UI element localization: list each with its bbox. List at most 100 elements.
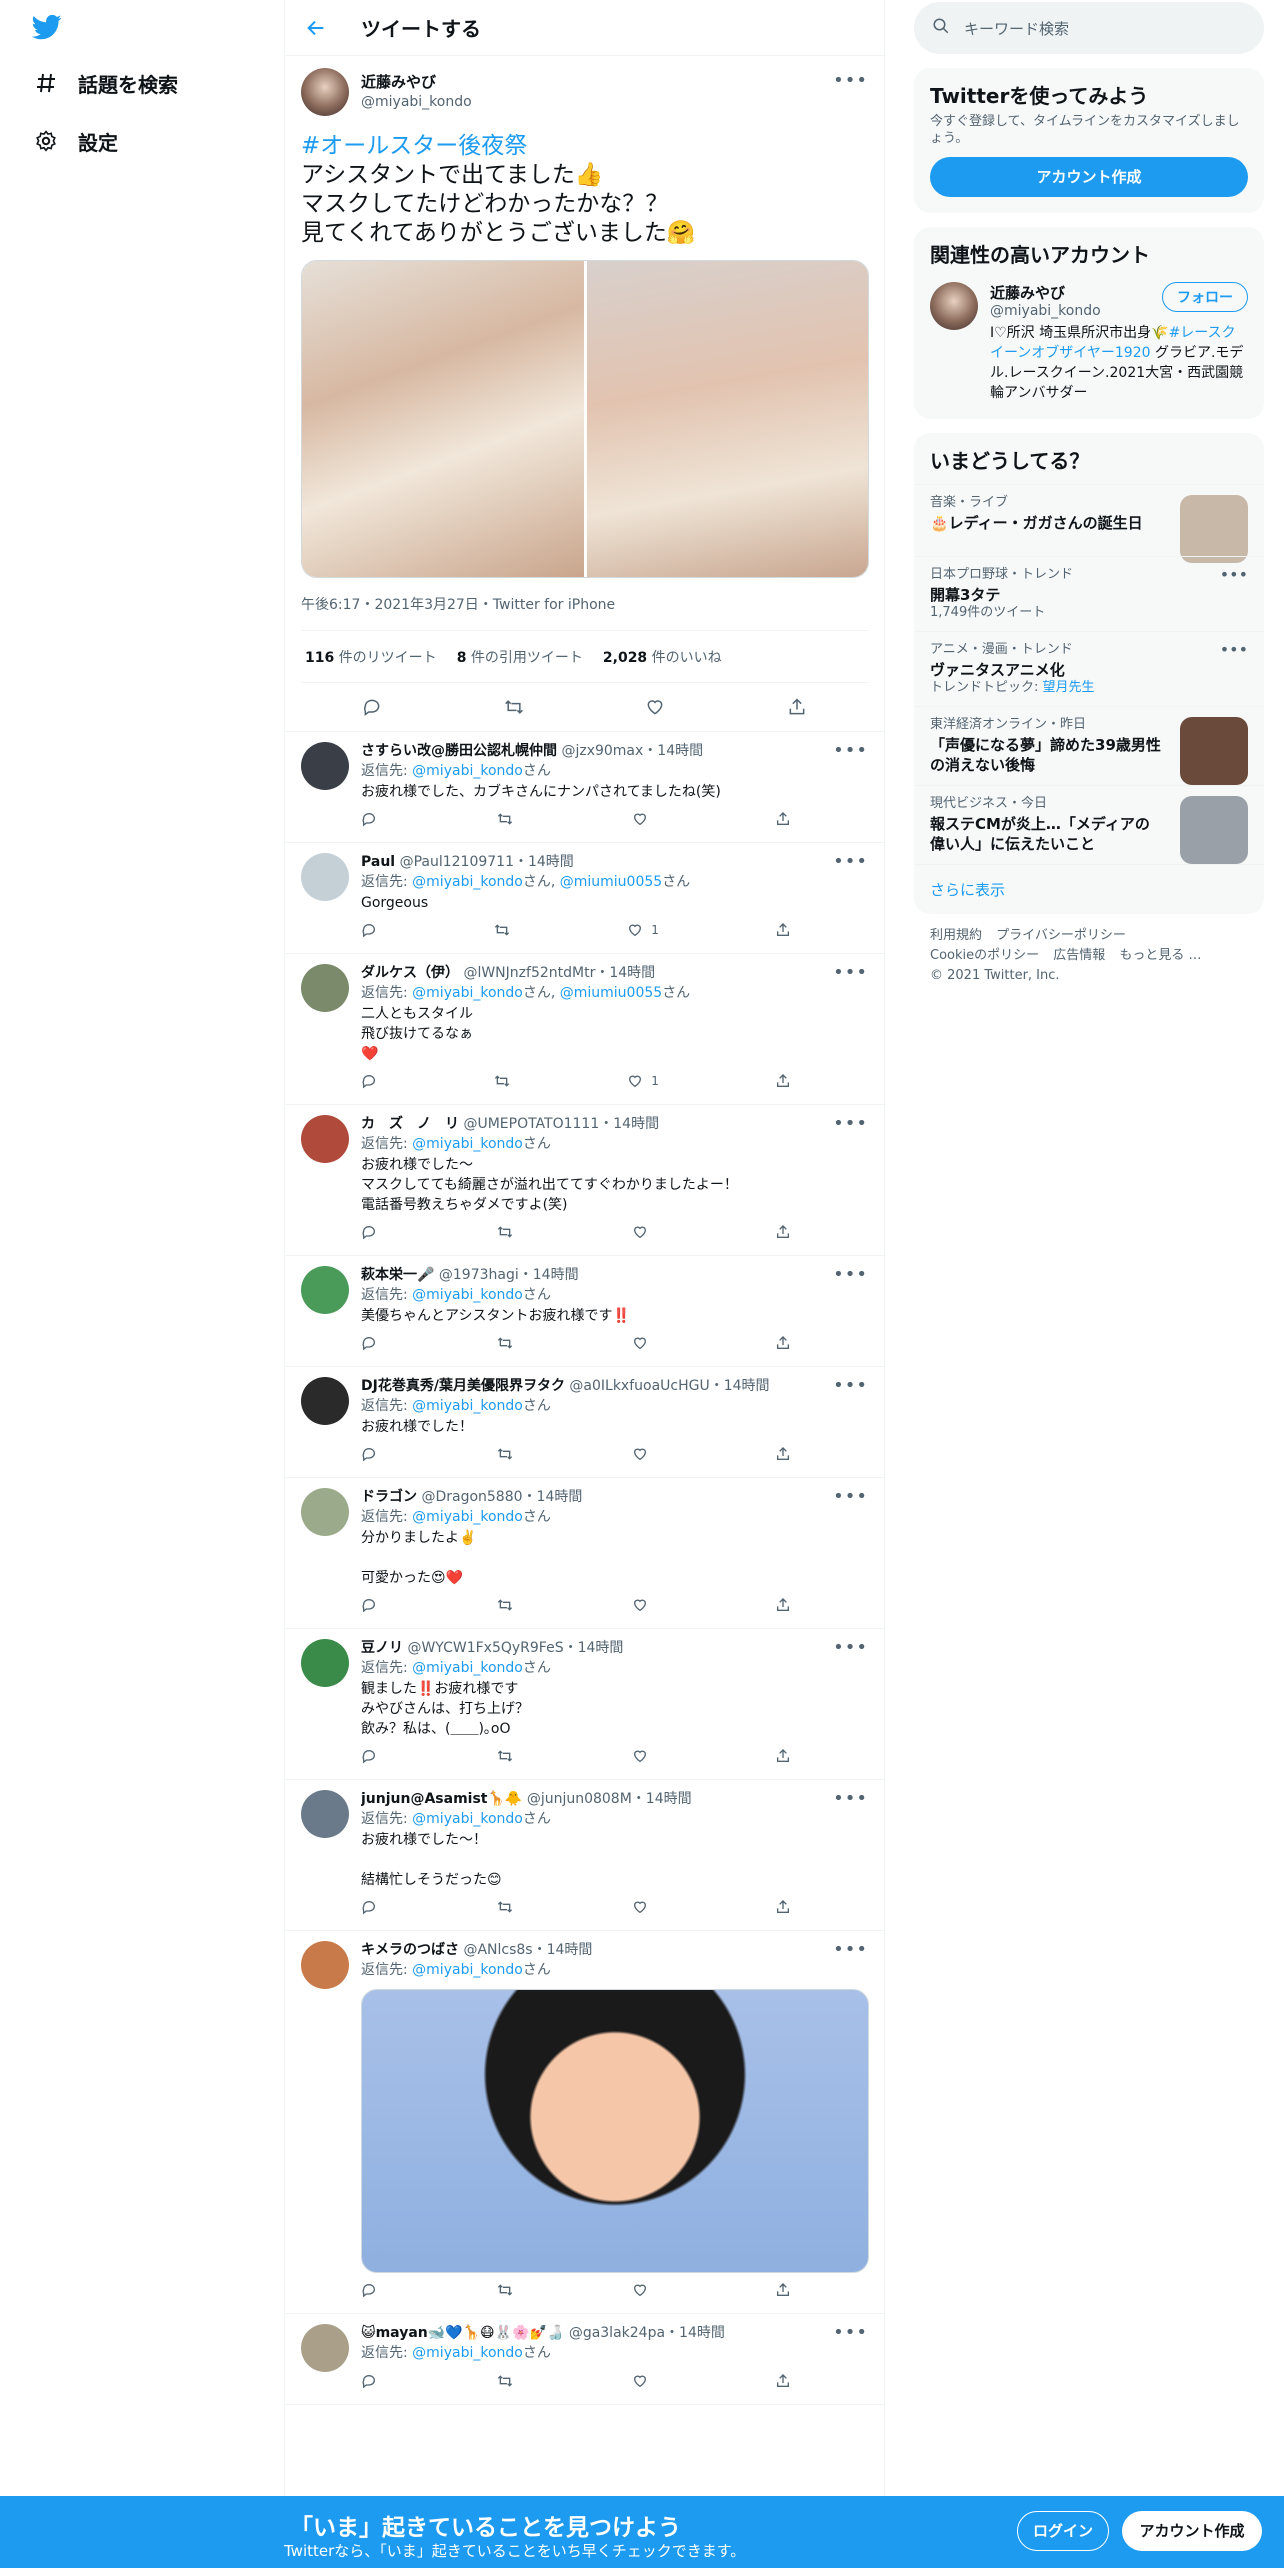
reply-author-handle[interactable]: @a0ILkxfuoaUcHGU bbox=[569, 1378, 709, 1394]
reply-to-link[interactable]: @miyabi_kondo bbox=[412, 1287, 523, 1303]
share-icon[interactable] bbox=[775, 1597, 791, 1613]
more-icon[interactable]: ••• bbox=[833, 962, 868, 983]
reply-tweet[interactable]: ダルケス（伊） @lWNJnzf52ntdMtr・14時間 返信先: @miyab… bbox=[285, 954, 884, 1105]
twitter-logo-icon[interactable] bbox=[30, 12, 64, 42]
reply-author-name[interactable]: Paul bbox=[361, 854, 395, 870]
trend-thumbnail[interactable] bbox=[1180, 495, 1248, 563]
reply-icon[interactable] bbox=[361, 1224, 377, 1240]
reply-tweet[interactable]: junjun@Asamist🦒🐥 @junjun0808M・14時間 返信先: @… bbox=[285, 1780, 884, 1931]
avatar[interactable] bbox=[301, 1941, 349, 1989]
more-icon[interactable]: ••• bbox=[833, 2322, 868, 2343]
likes-stat[interactable]: 2,028 件のいいね bbox=[603, 647, 722, 667]
create-account-button[interactable]: アカウント作成 bbox=[930, 157, 1248, 197]
trend-item[interactable]: 音楽・ライブ 🎂レディー・ガガさんの誕生日 bbox=[914, 484, 1264, 563]
reply-time[interactable]: ・14時間 bbox=[533, 1942, 593, 1958]
more-icon[interactable]: ••• bbox=[833, 1486, 868, 1507]
reply-icon[interactable] bbox=[361, 1597, 377, 1613]
like-icon[interactable]: 1 bbox=[627, 922, 659, 938]
reply-time[interactable]: ・14時間 bbox=[514, 854, 574, 870]
more-icon[interactable]: ••• bbox=[1220, 565, 1248, 584]
reply-to-link[interactable]: @miyabi_kondo bbox=[412, 2345, 523, 2361]
reply-author-name[interactable]: 豆ノリ bbox=[361, 1640, 403, 1656]
photo-1[interactable] bbox=[302, 261, 587, 577]
reply-author-name[interactable]: junjun@Asamist🦒🐥 bbox=[361, 1791, 522, 1807]
reply-author-handle[interactable]: @Paul12109711 bbox=[400, 854, 514, 870]
hashtag-link[interactable]: #オールスター後夜祭 bbox=[301, 133, 527, 159]
reply-author-handle[interactable]: @junjun0808M bbox=[527, 1791, 632, 1807]
reply-tweet[interactable]: ドラゴン @Dragon5880・14時間 返信先: @miyabi_kondoさ… bbox=[285, 1478, 884, 1629]
share-icon[interactable] bbox=[775, 1073, 791, 1089]
footer-cookie[interactable]: Cookieのポリシー bbox=[930, 948, 1039, 963]
reply-to-link[interactable]: @miyabi_kondo bbox=[412, 985, 523, 1001]
reply-icon[interactable] bbox=[361, 1335, 377, 1351]
more-icon[interactable]: ••• bbox=[833, 1637, 868, 1658]
reply-media[interactable] bbox=[361, 1989, 869, 2273]
reply-tweet[interactable]: さすらい改@勝田公認札幌仲間 @jzx90max・14時間 返信先: @miyab… bbox=[285, 732, 884, 843]
more-icon[interactable]: ••• bbox=[833, 1113, 868, 1134]
reply-time[interactable]: ・14時間 bbox=[665, 2325, 725, 2341]
reply-author-handle[interactable]: @jzx90max bbox=[561, 743, 643, 759]
trend-item[interactable]: アニメ・漫画・トレンド ヴァニタスアニメ化 トレンドトピック: 望月先生 ••• bbox=[914, 631, 1264, 706]
like-icon[interactable] bbox=[632, 1335, 656, 1351]
reply-icon[interactable] bbox=[361, 1073, 377, 1089]
reply-time[interactable]: ・14時間 bbox=[519, 1267, 579, 1283]
share-icon[interactable] bbox=[775, 2282, 791, 2298]
show-more-link[interactable]: さらに表示 bbox=[914, 864, 1264, 914]
signup-button[interactable]: アカウント作成 bbox=[1122, 2511, 1262, 2551]
nav-explore[interactable]: 話題を検索 bbox=[28, 60, 178, 106]
reply-time[interactable]: ・14時間 bbox=[599, 1116, 659, 1132]
retweet-icon[interactable] bbox=[493, 1073, 511, 1089]
reply-author-handle[interactable]: @UMEPOTATO1111 bbox=[463, 1116, 599, 1132]
footer-privacy[interactable]: プライバシーポリシー bbox=[996, 928, 1126, 943]
author-name[interactable]: 近藤みやび bbox=[361, 72, 472, 92]
reply-to-link[interactable]: @miyabi_kondo bbox=[412, 1811, 523, 1827]
reply-author-handle[interactable]: @lWNJnzf52ntdMtr bbox=[463, 965, 595, 981]
like-icon[interactable]: 1 bbox=[627, 1073, 659, 1089]
like-icon[interactable] bbox=[632, 1224, 656, 1240]
retweet-icon[interactable] bbox=[496, 1335, 514, 1351]
avatar[interactable] bbox=[301, 1488, 349, 1536]
share-icon[interactable] bbox=[775, 1446, 791, 1462]
like-icon[interactable] bbox=[632, 1899, 656, 1915]
share-icon[interactable] bbox=[787, 697, 807, 717]
reply-to-link[interactable]: @miyabi_kondo bbox=[412, 1962, 523, 1978]
follow-button[interactable]: フォロー bbox=[1162, 282, 1248, 312]
trend-item[interactable]: 現代ビジネス・今日 報ステCMが炎上…「メディアの偉い人」に伝えたいこと bbox=[914, 785, 1264, 864]
more-icon[interactable]: ••• bbox=[833, 740, 868, 761]
reply-time[interactable]: ・14時間 bbox=[643, 743, 703, 759]
related-account[interactable]: 近藤みやび @miyabi_kondo フォロー I♡所沢 埼玉県所沢市出身🌾#… bbox=[914, 272, 1264, 419]
reply-tweet[interactable]: 萩本栄一🎤 @1973hagi・14時間 返信先: @miyabi_kondoさん… bbox=[285, 1256, 884, 1367]
reply-to-link[interactable]: @miyabi_kondo bbox=[412, 874, 523, 890]
reply-tweet[interactable]: 😺mayan🐋💙🦒😷🐰🌸💅🍶 @ga3lak24pa・14時間 返信先: @miy… bbox=[285, 2314, 884, 2405]
back-arrow-icon[interactable] bbox=[305, 14, 333, 42]
like-icon[interactable] bbox=[632, 2373, 656, 2389]
share-icon[interactable] bbox=[775, 811, 791, 827]
reply-tweet[interactable]: キメラのつばさ @ANlcs8s・14時間 返信先: @miyabi_kondoさ… bbox=[285, 1931, 884, 2314]
nav-settings[interactable]: 設定 bbox=[28, 118, 118, 164]
trend-item[interactable]: 日本プロ野球・トレンド 開幕3タテ 1,749件のツイート ••• bbox=[914, 556, 1264, 631]
reply-time[interactable]: ・14時間 bbox=[710, 1378, 770, 1394]
reply-author-handle[interactable]: @Dragon5880 bbox=[421, 1489, 522, 1505]
more-icon[interactable]: ••• bbox=[833, 1939, 868, 1960]
reply-time[interactable]: ・14時間 bbox=[523, 1489, 583, 1505]
reply-to-link[interactable]: @miyabi_kondo bbox=[412, 1398, 523, 1414]
reply-to-link[interactable]: @miyabi_kondo bbox=[412, 1136, 523, 1152]
retweet-icon[interactable] bbox=[504, 697, 524, 717]
reply-author-name[interactable]: DJ花巻真秀/葉月美優限界ヲタク bbox=[361, 1378, 565, 1394]
more-icon[interactable]: ••• bbox=[1220, 640, 1248, 659]
share-icon[interactable] bbox=[775, 1748, 791, 1764]
reply-to-link[interactable]: @miyabi_kondo bbox=[412, 763, 523, 779]
like-icon[interactable] bbox=[632, 1748, 656, 1764]
reply-tweet[interactable]: DJ花巻真秀/葉月美優限界ヲタク @a0ILkxfuoaUcHGU・14時間 返信… bbox=[285, 1367, 884, 1478]
reply-time[interactable]: ・14時間 bbox=[632, 1791, 692, 1807]
reply-to-link[interactable]: @miyabi_kondo bbox=[412, 1509, 523, 1525]
like-icon[interactable] bbox=[632, 2282, 656, 2298]
search-input[interactable]: キーワード検索 bbox=[914, 2, 1264, 54]
more-icon[interactable]: ••• bbox=[833, 1375, 868, 1396]
trend-thumbnail[interactable] bbox=[1180, 717, 1248, 785]
footer-more[interactable]: もっと見る … bbox=[1119, 948, 1201, 963]
reply-icon[interactable] bbox=[361, 2282, 377, 2298]
retweet-icon[interactable] bbox=[496, 1224, 514, 1240]
avatar[interactable] bbox=[301, 853, 349, 901]
retweets-stat[interactable]: 116 件のリツイート bbox=[305, 647, 437, 667]
